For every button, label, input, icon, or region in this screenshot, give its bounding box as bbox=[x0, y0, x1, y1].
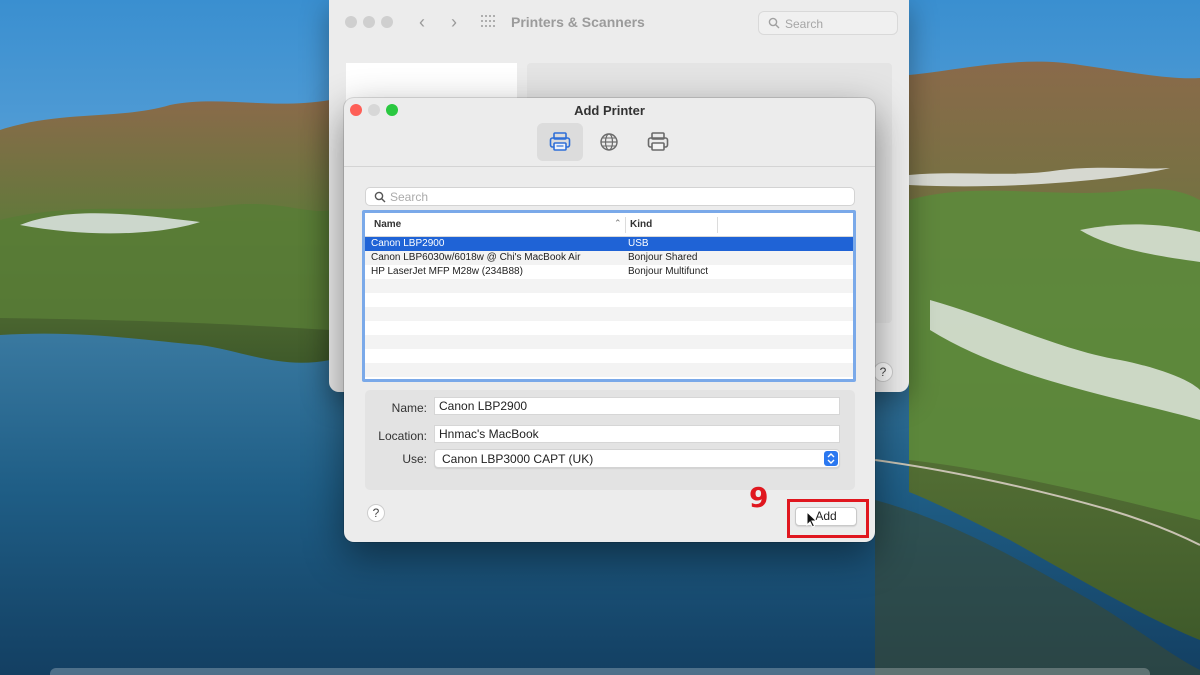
search-placeholder: Search bbox=[785, 17, 824, 31]
step-highlight-box bbox=[787, 499, 869, 538]
empty-row bbox=[365, 363, 853, 377]
printer-kind-cell: USB bbox=[628, 238, 649, 249]
step-number: 9 bbox=[749, 481, 769, 514]
search-field[interactable]: Search bbox=[758, 11, 898, 35]
titlebar: ‹ › Printers & Scanners Search bbox=[329, 0, 909, 44]
ip-globe-icon bbox=[600, 133, 618, 151]
column-header-name[interactable]: Name bbox=[374, 219, 401, 230]
printer-name-cell: HP LaserJet MFP M28w (234B88) bbox=[371, 266, 523, 277]
table-row[interactable]: HP LaserJet MFP M28w (234B88) Bonjour Mu… bbox=[365, 265, 853, 279]
toolbar-default-printers[interactable] bbox=[537, 123, 583, 161]
dock-edge bbox=[50, 668, 1150, 675]
window-title: Printers & Scanners bbox=[511, 14, 645, 30]
column-divider bbox=[625, 217, 626, 233]
dialog-title: Add Printer bbox=[574, 103, 645, 118]
driver-select-value: Canon LBP3000 CAPT (UK) bbox=[442, 452, 594, 466]
printer-name-cell: Canon LBP2900 bbox=[371, 238, 445, 249]
windows-printer-icon bbox=[647, 132, 669, 151]
empty-row bbox=[365, 293, 853, 307]
chevron-updown-icon bbox=[824, 451, 838, 466]
empty-row bbox=[365, 321, 853, 335]
sort-ascending-icon: ⌃ bbox=[614, 218, 622, 228]
driver-select[interactable]: Canon LBP3000 CAPT (UK) bbox=[434, 449, 840, 468]
printer-search-field[interactable] bbox=[365, 187, 855, 206]
empty-row bbox=[365, 279, 853, 293]
empty-row bbox=[365, 335, 853, 349]
toolbar-divider bbox=[344, 166, 875, 167]
empty-row bbox=[365, 307, 853, 321]
column-divider bbox=[717, 217, 718, 233]
name-field[interactable] bbox=[434, 397, 840, 415]
printer-kind-cell: Bonjour Multifunct bbox=[628, 266, 709, 277]
default-printers-icon bbox=[549, 132, 571, 151]
minimize-button[interactable] bbox=[363, 16, 375, 28]
show-all-grid-icon[interactable] bbox=[481, 15, 497, 29]
table-header: Name ⌃ Kind bbox=[365, 213, 853, 237]
column-header-kind[interactable]: Kind bbox=[630, 219, 652, 230]
add-printer-dialog: Add Printer Name ⌃ K bbox=[344, 98, 875, 542]
table-row[interactable]: Canon LBP2900 USB bbox=[365, 237, 853, 251]
printer-kind-cell: Bonjour Shared bbox=[628, 252, 698, 263]
search-input[interactable] bbox=[390, 189, 830, 204]
zoom-button[interactable] bbox=[381, 16, 393, 28]
table-rows: Canon LBP2900 USB Canon LBP6030w/6018w @… bbox=[365, 237, 853, 377]
toolbar-ip[interactable] bbox=[586, 123, 632, 161]
table-row[interactable]: Canon LBP6030w/6018w @ Chi's MacBook Air… bbox=[365, 251, 853, 265]
toolbar-windows[interactable] bbox=[635, 123, 681, 161]
empty-row bbox=[365, 349, 853, 363]
back-arrow-icon[interactable]: ‹ bbox=[411, 11, 433, 33]
close-button[interactable] bbox=[345, 16, 357, 28]
mouse-pointer-icon bbox=[806, 511, 818, 528]
printer-table[interactable]: Name ⌃ Kind Canon LBP2900 USB Canon LBP6… bbox=[362, 210, 856, 382]
help-button[interactable]: ? bbox=[873, 362, 893, 382]
search-icon bbox=[768, 17, 780, 29]
printer-settings-form: Name: Location: Use: Canon LBP3000 CAPT … bbox=[365, 390, 855, 490]
location-label: Location: bbox=[378, 429, 427, 443]
name-label: Name: bbox=[391, 401, 427, 415]
forward-arrow-icon[interactable]: › bbox=[443, 11, 465, 33]
help-button[interactable]: ? bbox=[367, 504, 385, 522]
search-icon bbox=[374, 191, 386, 203]
use-label: Use: bbox=[402, 452, 427, 466]
location-field[interactable] bbox=[434, 425, 840, 443]
printer-name-cell: Canon LBP6030w/6018w @ Chi's MacBook Air bbox=[371, 252, 581, 263]
